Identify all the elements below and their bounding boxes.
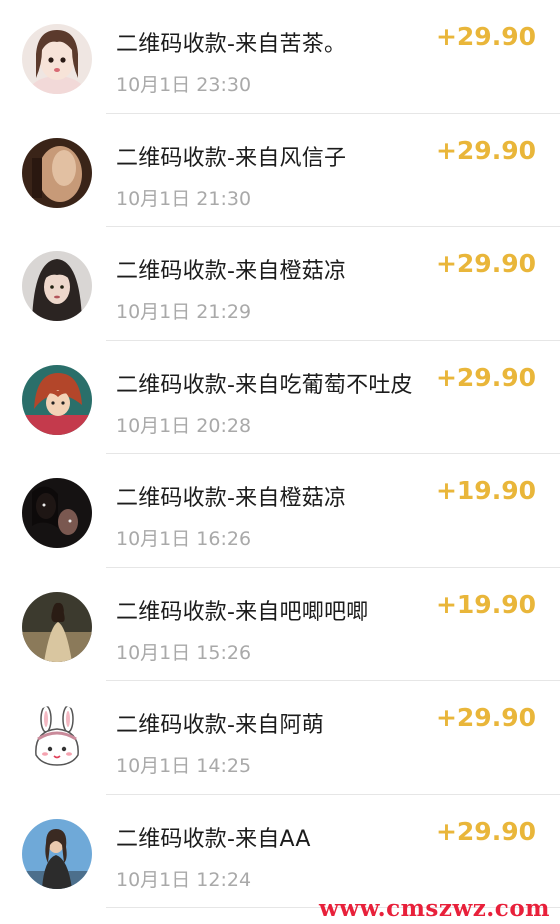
transaction-amount: +19.90 [435, 589, 536, 619]
girl-portrait-avatar-icon [22, 24, 92, 94]
transaction-amount: +29.90 [435, 703, 536, 732]
transaction-time: 10月1日 21:30 [116, 187, 252, 210]
transaction-time: 10月1日 23:30 [116, 74, 252, 96]
transaction-title: 二维码收款-来自AA [116, 826, 311, 852]
transaction-row[interactable]: 二维码收款-来自橙菇凉 10月1日 16:26 +19.90 [0, 454, 560, 568]
blurred-photo-avatar-icon [22, 137, 92, 208]
transaction-time: 10月1日 16:26 [116, 528, 252, 550]
transaction-title: 二维码收款-来自苦茶。 [116, 32, 347, 57]
transaction-amount: +29.90 [435, 362, 536, 392]
transaction-row[interactable]: 二维码收款-来自阿萌 10月1日 14:25 +29.90 [0, 681, 560, 795]
transaction-title: 二维码收款-来自橙菇凉 [116, 259, 347, 284]
anime-character-avatar-icon [22, 364, 92, 435]
transaction-amount: +29.90 [435, 816, 536, 846]
transaction-row[interactable]: 二维码收款-来自风信子 10月1日 21:30 +29.90 [0, 114, 560, 227]
transaction-title: 二维码收款-来自阿萌 [116, 713, 324, 738]
transaction-title: 二维码收款-来自风信子 [116, 145, 347, 171]
site-watermark: www.cmszwz.com [319, 895, 550, 922]
transaction-time: 10月1日 15:26 [116, 641, 252, 664]
transaction-time: 10月1日 21:29 [116, 301, 252, 323]
transaction-amount: +19.90 [435, 476, 536, 505]
cartoon-bunny-avatar-icon [22, 705, 92, 775]
seated-woman-avatar-icon [22, 818, 92, 889]
transaction-row[interactable]: 二维码收款-来自AA 10月1日 12:24 +29.90 [0, 795, 560, 908]
transaction-time: 10月1日 20:28 [116, 414, 252, 437]
dress-photo-avatar-icon [22, 591, 92, 662]
woman-portrait-avatar-icon [22, 251, 92, 321]
transaction-row[interactable]: 二维码收款-来自苦茶。 10月1日 23:30 +29.90 [0, 0, 560, 114]
transaction-row[interactable]: 二维码收款-来自橙菇凉 10月1日 21:29 +29.90 [0, 227, 560, 341]
transaction-row[interactable]: 二维码收款-来自吧唧吧唧 10月1日 15:26 +19.90 [0, 568, 560, 681]
transaction-title: 二维码收款-来自吧唧吧唧 [116, 599, 369, 625]
transaction-title: 二维码收款-来自吃葡萄不吐皮 [116, 372, 413, 398]
transaction-amount: +29.90 [435, 22, 536, 51]
transaction-amount: +29.90 [435, 249, 536, 278]
dark-photo-avatar-icon [22, 478, 92, 548]
transaction-title: 二维码收款-来自橙菇凉 [116, 486, 347, 511]
transaction-time: 10月1日 14:25 [116, 755, 252, 777]
transaction-amount: +29.90 [435, 135, 536, 165]
transaction-list: 二维码收款-来自苦茶。 10月1日 23:30 +29.90 二维码收款-来自风… [0, 0, 560, 908]
transaction-time: 10月1日 12:24 [116, 868, 252, 891]
transaction-row[interactable]: 二维码收款-来自吃葡萄不吐皮 10月1日 20:28 +29.90 [0, 341, 560, 454]
